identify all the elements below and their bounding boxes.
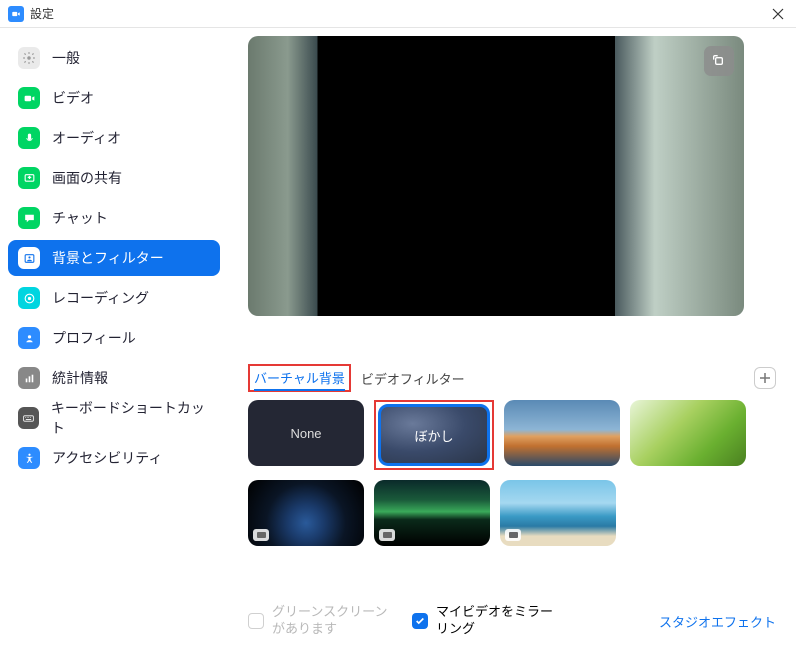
sidebar-item-label: キーボードショートカット — [51, 398, 210, 438]
window-title: 設定 — [30, 5, 54, 22]
thumb-aurora[interactable] — [374, 480, 490, 546]
audio-icon — [18, 127, 40, 149]
tab-virtual-background[interactable]: バーチャル背景 — [254, 371, 345, 391]
checkbox-checked-icon — [412, 613, 428, 629]
sidebar-item-label: オーディオ — [52, 128, 121, 148]
rotate-icon[interactable] — [704, 46, 734, 76]
sidebar-item-label: ビデオ — [52, 88, 94, 108]
chat-icon — [18, 207, 40, 229]
thumb-blur[interactable]: ぼかし — [378, 404, 490, 466]
accessibility-icon — [18, 447, 40, 469]
add-background-button[interactable] — [754, 367, 776, 389]
checkbox-unchecked-icon — [248, 613, 264, 629]
thumb-earth[interactable] — [248, 480, 364, 546]
record-icon — [18, 287, 40, 309]
titlebar: 設定 — [0, 0, 796, 28]
keyboard-icon — [18, 407, 39, 429]
sidebar-item-recording[interactable]: レコーディング — [8, 280, 220, 316]
video-icon — [18, 87, 40, 109]
thumb-label: None — [290, 426, 321, 441]
sidebar-item-label: 画面の共有 — [52, 168, 122, 188]
sidebar-item-label: プロフィール — [52, 328, 136, 348]
mirror-video-checkbox[interactable]: マイビデオをミラーリング — [412, 604, 556, 638]
video-badge-icon — [253, 529, 269, 541]
options-row: グリーンスクリーンがあります マイビデオをミラーリング スタジオエフェクト — [248, 604, 776, 638]
video-badge-icon — [379, 529, 395, 541]
checkbox-label: マイビデオをミラーリング — [436, 604, 556, 638]
background-thumbnails: None ぼかし — [248, 400, 776, 546]
tab-video-filter[interactable]: ビデオフィルター — [361, 369, 465, 388]
sidebar-item-label: レコーディング — [52, 288, 149, 308]
thumb-bridge[interactable] — [504, 400, 620, 466]
gear-icon — [18, 47, 40, 69]
checkbox-label: グリーンスクリーンがあります — [272, 604, 392, 638]
annotation-highlight: バーチャル背景 — [248, 364, 351, 392]
content: バーチャル背景 ビデオフィルター None ぼかし — [228, 28, 796, 658]
sidebar-item-chat[interactable]: チャット — [8, 200, 220, 236]
thumb-beach[interactable] — [500, 480, 616, 546]
share-icon — [18, 167, 40, 189]
sidebar-item-stats[interactable]: 統計情報 — [8, 360, 220, 396]
tabs-row: バーチャル背景 ビデオフィルター — [248, 364, 776, 392]
thumb-grass[interactable] — [630, 400, 746, 466]
main: 一般 ビデオ オーディオ 画面の共有 チャット — [0, 28, 796, 658]
video-preview — [248, 36, 744, 316]
sidebar-item-accessibility[interactable]: アクセシビリティ — [8, 440, 220, 476]
thumb-none[interactable]: None — [248, 400, 364, 466]
close-button[interactable] — [768, 4, 788, 24]
background-icon — [18, 247, 40, 269]
sidebar-item-background[interactable]: 背景とフィルター — [8, 240, 220, 276]
sidebar-item-label: アクセシビリティ — [52, 448, 162, 468]
sidebar-item-label: 一般 — [52, 48, 80, 68]
sidebar-item-general[interactable]: 一般 — [8, 40, 220, 76]
sidebar-item-label: 統計情報 — [52, 368, 108, 388]
sidebar-item-video[interactable]: ビデオ — [8, 80, 220, 116]
annotation-highlight-blur: ぼかし — [374, 400, 494, 470]
studio-effects-link[interactable]: スタジオエフェクト — [659, 612, 776, 631]
sidebar-item-keyboard[interactable]: キーボードショートカット — [8, 400, 220, 436]
green-screen-checkbox[interactable]: グリーンスクリーンがあります — [248, 604, 392, 638]
sidebar-item-label: 背景とフィルター — [52, 248, 164, 268]
thumb-label: ぼかし — [414, 426, 453, 445]
app-icon — [8, 6, 24, 22]
sidebar-item-share[interactable]: 画面の共有 — [8, 160, 220, 196]
sidebar-item-label: チャット — [52, 208, 108, 228]
sidebar-item-profile[interactable]: プロフィール — [8, 320, 220, 356]
video-badge-icon — [505, 529, 521, 541]
profile-icon — [18, 327, 40, 349]
stats-icon — [18, 367, 40, 389]
sidebar-item-audio[interactable]: オーディオ — [8, 120, 220, 156]
sidebar: 一般 ビデオ オーディオ 画面の共有 チャット — [0, 28, 228, 658]
